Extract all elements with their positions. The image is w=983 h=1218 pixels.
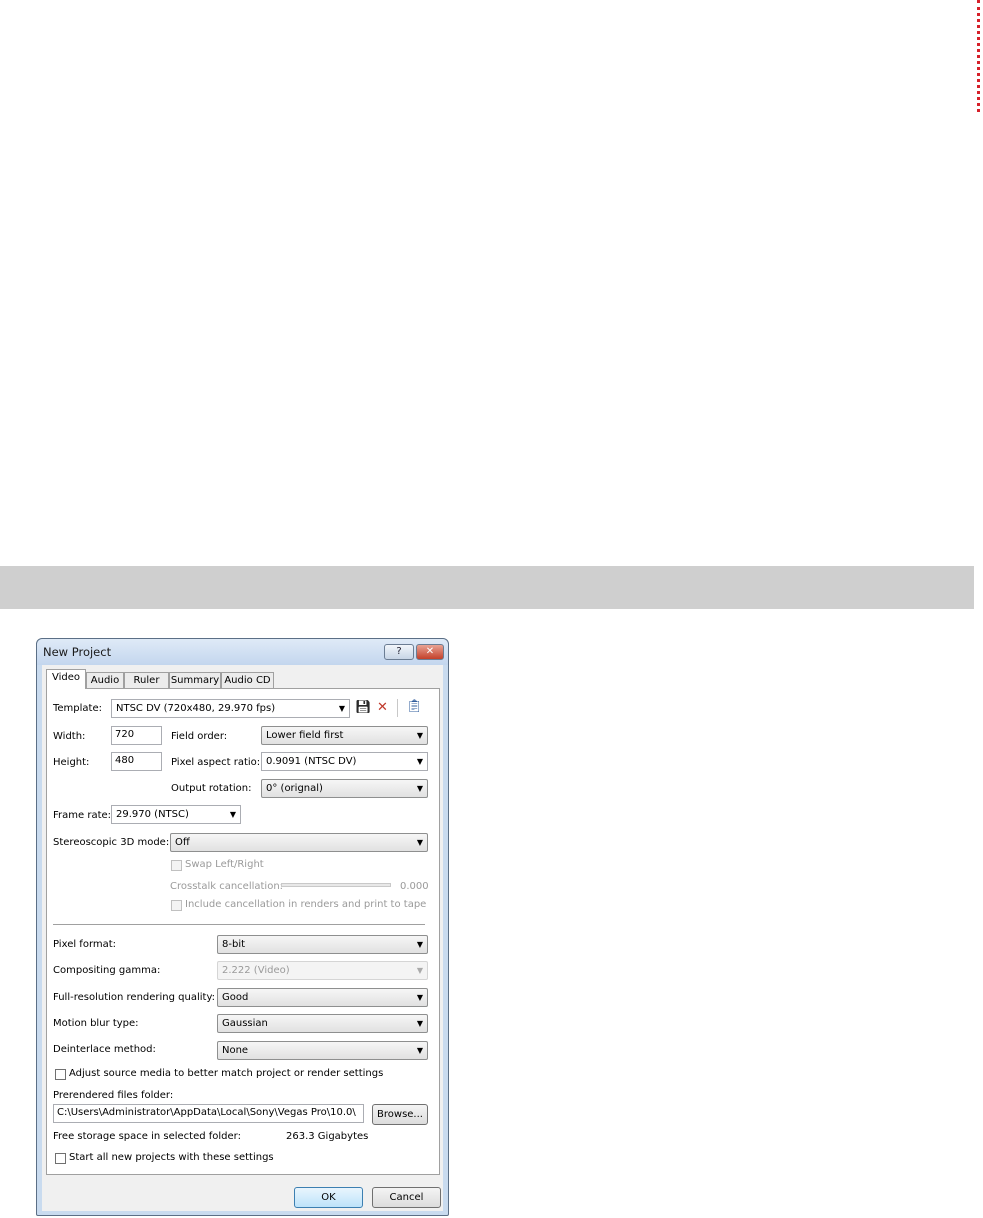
chevron-down-icon: ▼ (416, 757, 423, 766)
rendering-quality-label: Full-resolution rendering quality: (53, 992, 216, 1003)
chevron-down-icon: ▼ (416, 993, 423, 1002)
width-field[interactable]: 720 (111, 726, 162, 745)
template-label: Template: (53, 703, 102, 714)
rendering-quality-dropdown[interactable]: Good ▼ (217, 988, 428, 1007)
field-order-value: Lower field first (266, 730, 344, 741)
free-space-label: Free storage space in selected folder: (53, 1131, 241, 1142)
field-order-dropdown[interactable]: Lower field first ▼ (261, 726, 428, 745)
chevron-down-icon: ▼ (416, 784, 423, 793)
dialog-client-area: Video Audio Ruler Summary Audio CD Templ… (42, 665, 443, 1211)
output-rotation-dropdown[interactable]: 0° (orignal) ▼ (261, 779, 428, 798)
stereoscopic-label: Stereoscopic 3D mode: (53, 837, 170, 848)
clipboard-icon[interactable]: 📋︎ (406, 700, 423, 714)
field-order-label: Field order: (171, 731, 228, 742)
frame-rate-dropdown[interactable]: 29.970 (NTSC) ▼ (111, 805, 241, 824)
crosstalk-value: 0.000 (400, 881, 429, 892)
gray-header-band (0, 566, 974, 609)
tab-video[interactable]: Video (46, 669, 86, 689)
compositing-gamma-label: Compositing gamma: (53, 965, 161, 976)
ok-button[interactable]: OK (294, 1187, 363, 1208)
chevron-down-icon: ▼ (416, 1019, 423, 1028)
crosstalk-label: Crosstalk cancellation: (170, 881, 284, 892)
dialog-title: New Project (43, 645, 112, 659)
pixel-format-label: Pixel format: (53, 939, 117, 950)
stereoscopic-value: Off (175, 837, 190, 848)
template-value: NTSC DV (720x480, 29.970 fps) (116, 703, 276, 714)
include-cancellation-label: Include cancellation in renders and prin… (185, 899, 427, 910)
pixel-aspect-value: 0.9091 (NTSC DV) (266, 756, 357, 767)
pixel-aspect-dropdown[interactable]: 0.9091 (NTSC DV) ▼ (261, 752, 428, 771)
delete-icon[interactable]: ✕ (377, 701, 388, 715)
frame-rate-label: Frame rate: (53, 810, 112, 821)
deinterlace-label: Deinterlace method: (53, 1044, 156, 1055)
tab-audio[interactable]: Audio (86, 672, 124, 688)
chevron-down-icon: ▼ (416, 940, 423, 949)
output-rotation-label: Output rotation: (171, 783, 252, 794)
help-button[interactable]: ? (384, 644, 414, 660)
pixel-aspect-label: Pixel aspect ratio: (171, 757, 261, 768)
start-new-projects-checkbox[interactable] (55, 1153, 66, 1164)
stereoscopic-dropdown[interactable]: Off ▼ (170, 833, 428, 852)
width-label: Width: (53, 731, 86, 742)
prerendered-folder-label: Prerendered files folder: (53, 1090, 174, 1101)
chevron-down-icon: ▼ (416, 731, 423, 740)
pixel-format-value: 8-bit (222, 939, 246, 950)
pixel-format-dropdown[interactable]: 8-bit ▼ (217, 935, 428, 954)
output-rotation-value: 0° (orignal) (266, 783, 323, 794)
height-label: Height: (53, 757, 90, 768)
motion-blur-dropdown[interactable]: Gaussian ▼ (217, 1014, 428, 1033)
chevron-down-icon: ▼ (229, 810, 236, 819)
chevron-down-icon: ▼ (338, 704, 345, 713)
rendering-quality-value: Good (222, 992, 249, 1003)
crosstalk-slider[interactable] (281, 883, 391, 887)
chevron-down-icon: ▼ (416, 966, 423, 975)
red-dotted-rule (977, 0, 980, 112)
close-button[interactable]: ✕ (416, 644, 444, 660)
video-tab-panel: Template: NTSC DV (720x480, 29.970 fps) … (46, 688, 440, 1175)
swap-left-right-label: Swap Left/Right (185, 859, 264, 870)
height-field[interactable]: 480 (111, 752, 162, 771)
frame-rate-value: 29.970 (NTSC) (116, 809, 189, 820)
motion-blur-label: Motion blur type: (53, 1018, 139, 1029)
prerendered-folder-field[interactable]: C:\Users\Administrator\AppData\Local\Son… (53, 1104, 364, 1123)
swap-left-right-checkbox[interactable] (171, 860, 182, 871)
section-divider (53, 924, 425, 926)
cancel-button[interactable]: Cancel (372, 1187, 441, 1208)
tab-ruler[interactable]: Ruler (124, 672, 169, 688)
deinterlace-value: None (222, 1045, 249, 1056)
adjust-source-media-checkbox[interactable] (55, 1069, 66, 1080)
start-new-projects-label: Start all new projects with these settin… (69, 1152, 274, 1163)
new-project-dialog: New Project ? ✕ Video Audio Ruler Summar… (36, 638, 449, 1216)
include-cancellation-checkbox[interactable] (171, 900, 182, 911)
toolbar-separator (397, 699, 398, 717)
chevron-down-icon: ▼ (416, 1046, 423, 1055)
title-bar: New Project ? ✕ (37, 639, 448, 665)
chevron-down-icon: ▼ (416, 838, 423, 847)
template-dropdown[interactable]: NTSC DV (720x480, 29.970 fps) ▼ (111, 699, 350, 718)
free-space-value: 263.3 Gigabytes (286, 1131, 369, 1142)
compositing-gamma-dropdown: 2.222 (Video) ▼ (217, 961, 428, 980)
tab-audio-cd[interactable]: Audio CD (221, 672, 274, 688)
tab-summary[interactable]: Summary (169, 672, 221, 688)
browse-button[interactable]: Browse... (372, 1104, 428, 1125)
motion-blur-value: Gaussian (222, 1018, 268, 1029)
compositing-gamma-value: 2.222 (Video) (222, 965, 290, 976)
save-icon[interactable]: 💾︎ (355, 701, 372, 715)
deinterlace-dropdown[interactable]: None ▼ (217, 1041, 428, 1060)
adjust-source-media-label: Adjust source media to better match proj… (69, 1068, 384, 1079)
